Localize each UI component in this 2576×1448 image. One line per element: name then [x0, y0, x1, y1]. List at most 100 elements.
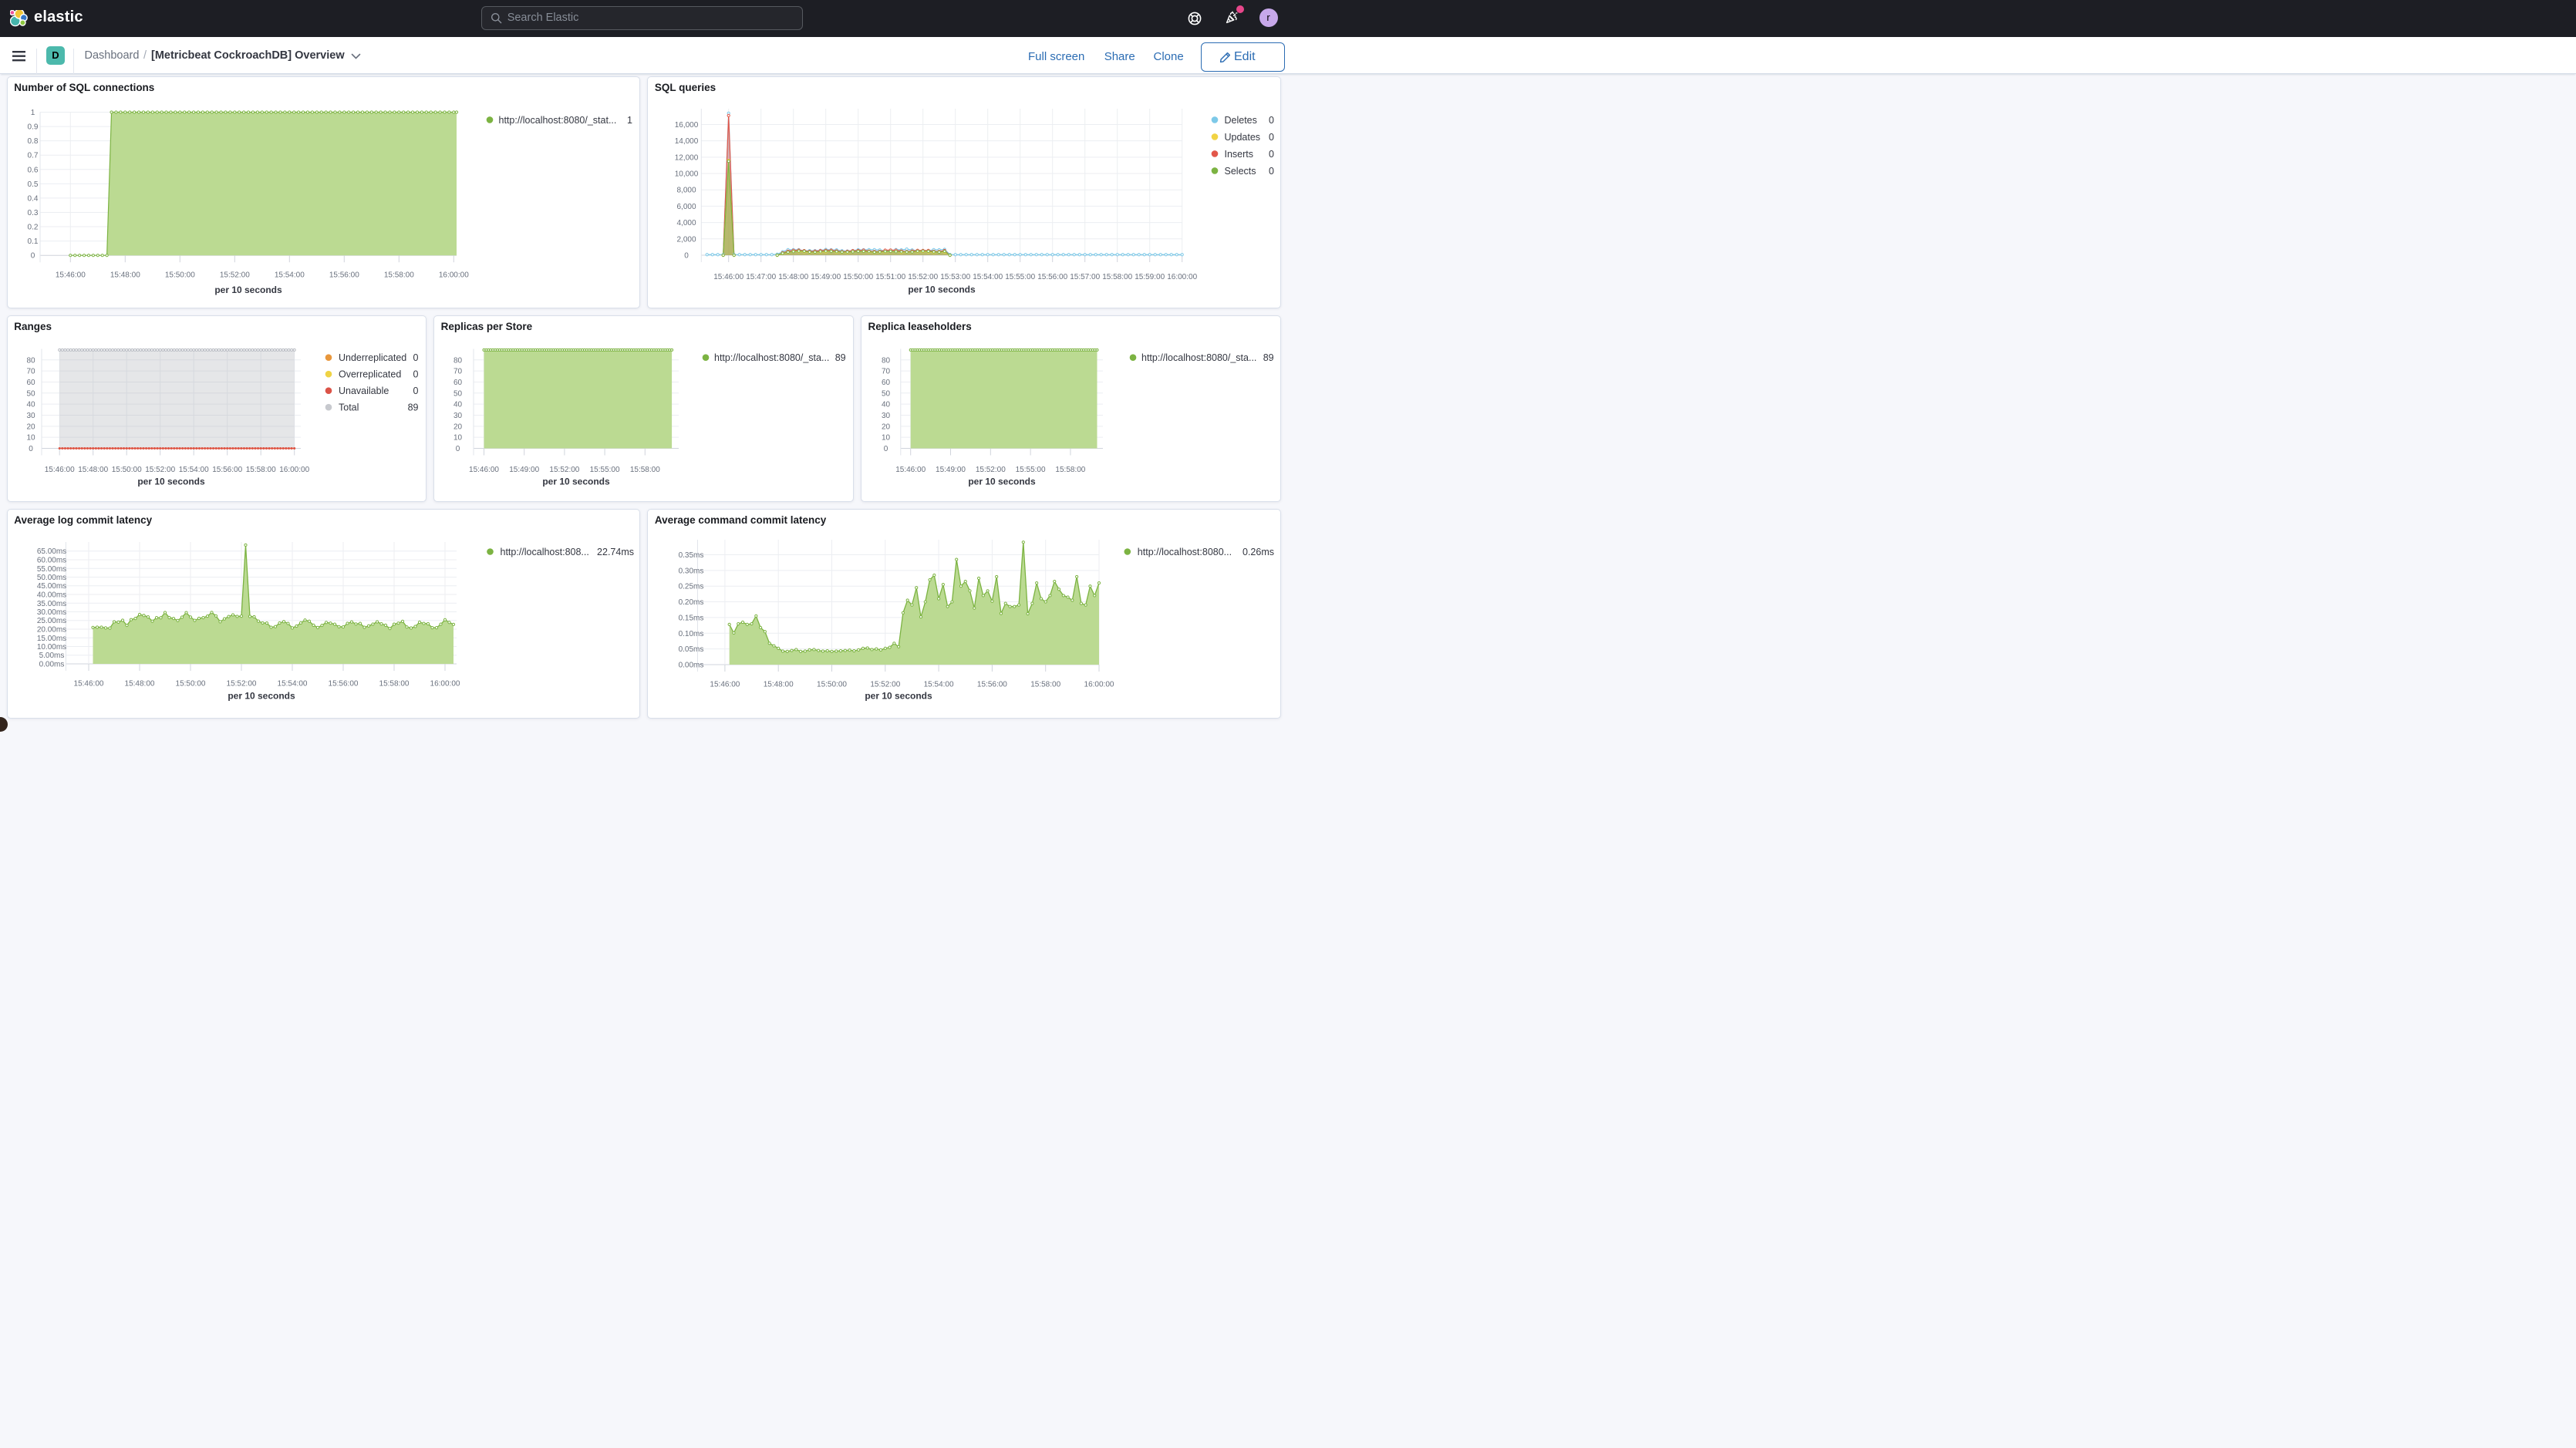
svg-text:10: 10	[26, 434, 35, 443]
svg-text:30: 30	[882, 412, 891, 420]
svg-text:35.00ms: 35.00ms	[37, 600, 66, 608]
svg-text:15:56:00: 15:56:00	[977, 681, 1007, 689]
svg-text:80: 80	[26, 356, 35, 365]
svg-text:60.00ms: 60.00ms	[37, 557, 66, 565]
svg-text:15:58:00: 15:58:00	[246, 466, 276, 474]
svg-text:15:50:00: 15:50:00	[176, 680, 206, 689]
svg-text:5.00ms: 5.00ms	[39, 652, 65, 660]
svg-text:20: 20	[26, 423, 35, 431]
svg-text:15:56:00: 15:56:00	[329, 680, 359, 689]
svg-text:25.00ms: 25.00ms	[37, 617, 66, 625]
svg-text:15:58:00: 15:58:00	[379, 680, 410, 689]
svg-text:0: 0	[684, 252, 689, 261]
svg-text:8,000: 8,000	[676, 187, 696, 195]
svg-text:10: 10	[882, 434, 891, 443]
svg-text:6,000: 6,000	[676, 203, 696, 211]
svg-text:15:48:00: 15:48:00	[764, 681, 794, 689]
svg-text:30: 30	[26, 412, 35, 420]
svg-text:15:52:00: 15:52:00	[220, 271, 250, 280]
svg-text:0: 0	[1269, 115, 1274, 126]
svg-text:15:54:00: 15:54:00	[924, 681, 954, 689]
svg-text:0.05ms: 0.05ms	[679, 645, 704, 654]
svg-text:16:00:00: 16:00:00	[430, 680, 460, 689]
svg-text:89: 89	[1263, 352, 1274, 363]
svg-text:Unavailable: Unavailable	[339, 386, 389, 396]
svg-text:15:58:00: 15:58:00	[1055, 466, 1085, 474]
svg-text:50.00ms: 50.00ms	[37, 574, 66, 582]
svg-text:0.8: 0.8	[28, 137, 39, 146]
svg-text:15:58:00: 15:58:00	[1102, 273, 1132, 281]
svg-text:15:48:00: 15:48:00	[778, 273, 808, 281]
svg-text:20.00ms: 20.00ms	[37, 626, 66, 635]
svg-text:16:00:00: 16:00:00	[439, 271, 469, 280]
svg-text:15:52:00: 15:52:00	[870, 681, 900, 689]
svg-text:15:52:00: 15:52:00	[145, 466, 175, 474]
svg-text:15:49:00: 15:49:00	[811, 273, 841, 281]
svg-text:60: 60	[26, 379, 35, 387]
svg-text:2,000: 2,000	[676, 235, 696, 244]
svg-text:15:55:00: 15:55:00	[590, 466, 620, 474]
svg-text:80: 80	[453, 356, 463, 365]
svg-text:15:58:00: 15:58:00	[1030, 681, 1060, 689]
svg-text:15.00ms: 15.00ms	[37, 635, 66, 643]
svg-text:15:49:00: 15:49:00	[936, 466, 966, 474]
svg-text:http://localhost:8080/_sta...: http://localhost:8080/_sta...	[1141, 352, 1256, 363]
svg-text:30: 30	[453, 412, 463, 420]
svg-text:per 10 seconds: per 10 seconds	[228, 691, 295, 702]
svg-text:15:56:00: 15:56:00	[329, 271, 359, 280]
svg-text:16:00:00: 16:00:00	[279, 466, 309, 474]
svg-text:15:53:00: 15:53:00	[940, 273, 970, 281]
svg-text:0: 0	[884, 445, 888, 453]
svg-text:0: 0	[29, 445, 33, 453]
svg-text:15:57:00: 15:57:00	[1070, 273, 1100, 281]
svg-text:16:00:00: 16:00:00	[1084, 681, 1114, 689]
svg-text:0.2: 0.2	[28, 224, 39, 232]
svg-text:0.20ms: 0.20ms	[679, 598, 704, 607]
svg-text:0: 0	[413, 352, 419, 363]
svg-text:15:55:00: 15:55:00	[1005, 273, 1035, 281]
svg-text:per 10 seconds: per 10 seconds	[214, 285, 282, 295]
svg-text:4,000: 4,000	[676, 219, 696, 227]
svg-text:10.00ms: 10.00ms	[37, 643, 66, 652]
svg-text:Underreplicated: Underreplicated	[339, 352, 406, 363]
svg-text:16,000: 16,000	[675, 121, 699, 130]
svg-text:Overreplicated: Overreplicated	[339, 369, 401, 380]
svg-text:15:52:00: 15:52:00	[549, 466, 579, 474]
svg-text:30.00ms: 30.00ms	[37, 608, 66, 617]
svg-text:50: 50	[882, 389, 891, 398]
svg-text:20: 20	[453, 423, 463, 431]
svg-text:0.9: 0.9	[28, 123, 39, 132]
svg-text:0: 0	[413, 369, 419, 380]
svg-text:15:48:00: 15:48:00	[110, 271, 140, 280]
svg-text:70: 70	[453, 368, 463, 376]
svg-text:22.74ms: 22.74ms	[597, 547, 634, 557]
svg-text:10,000: 10,000	[675, 170, 699, 179]
svg-text:0.10ms: 0.10ms	[679, 630, 704, 638]
svg-text:Deletes: Deletes	[1225, 115, 1257, 126]
svg-text:15:54:00: 15:54:00	[179, 466, 209, 474]
svg-text:15:50:00: 15:50:00	[165, 271, 195, 280]
svg-text:15:59:00: 15:59:00	[1135, 273, 1165, 281]
svg-text:15:48:00: 15:48:00	[78, 466, 108, 474]
svg-text:55.00ms: 55.00ms	[37, 565, 66, 574]
svg-text:0.26ms: 0.26ms	[1242, 547, 1274, 557]
svg-text:40: 40	[882, 401, 891, 409]
svg-text:0.3: 0.3	[28, 209, 39, 217]
svg-text:15:56:00: 15:56:00	[212, 466, 242, 474]
svg-text:0: 0	[456, 445, 460, 453]
svg-text:15:54:00: 15:54:00	[275, 271, 305, 280]
svg-text:89: 89	[835, 352, 846, 363]
svg-text:15:50:00: 15:50:00	[817, 681, 847, 689]
svg-text:70: 70	[882, 368, 891, 376]
svg-text:15:50:00: 15:50:00	[112, 466, 142, 474]
svg-text:15:54:00: 15:54:00	[973, 273, 1003, 281]
svg-text:15:47:00: 15:47:00	[746, 273, 776, 281]
svg-text:12,000: 12,000	[675, 153, 699, 162]
svg-text:15:46:00: 15:46:00	[710, 681, 740, 689]
svg-text:40: 40	[453, 401, 463, 409]
svg-text:http://localhost:8080...: http://localhost:8080...	[1138, 547, 1232, 557]
svg-text:per 10 seconds: per 10 seconds	[968, 476, 1036, 487]
svg-text:40: 40	[26, 401, 35, 409]
svg-text:15:50:00: 15:50:00	[843, 273, 873, 281]
svg-text:per 10 seconds: per 10 seconds	[542, 476, 610, 487]
